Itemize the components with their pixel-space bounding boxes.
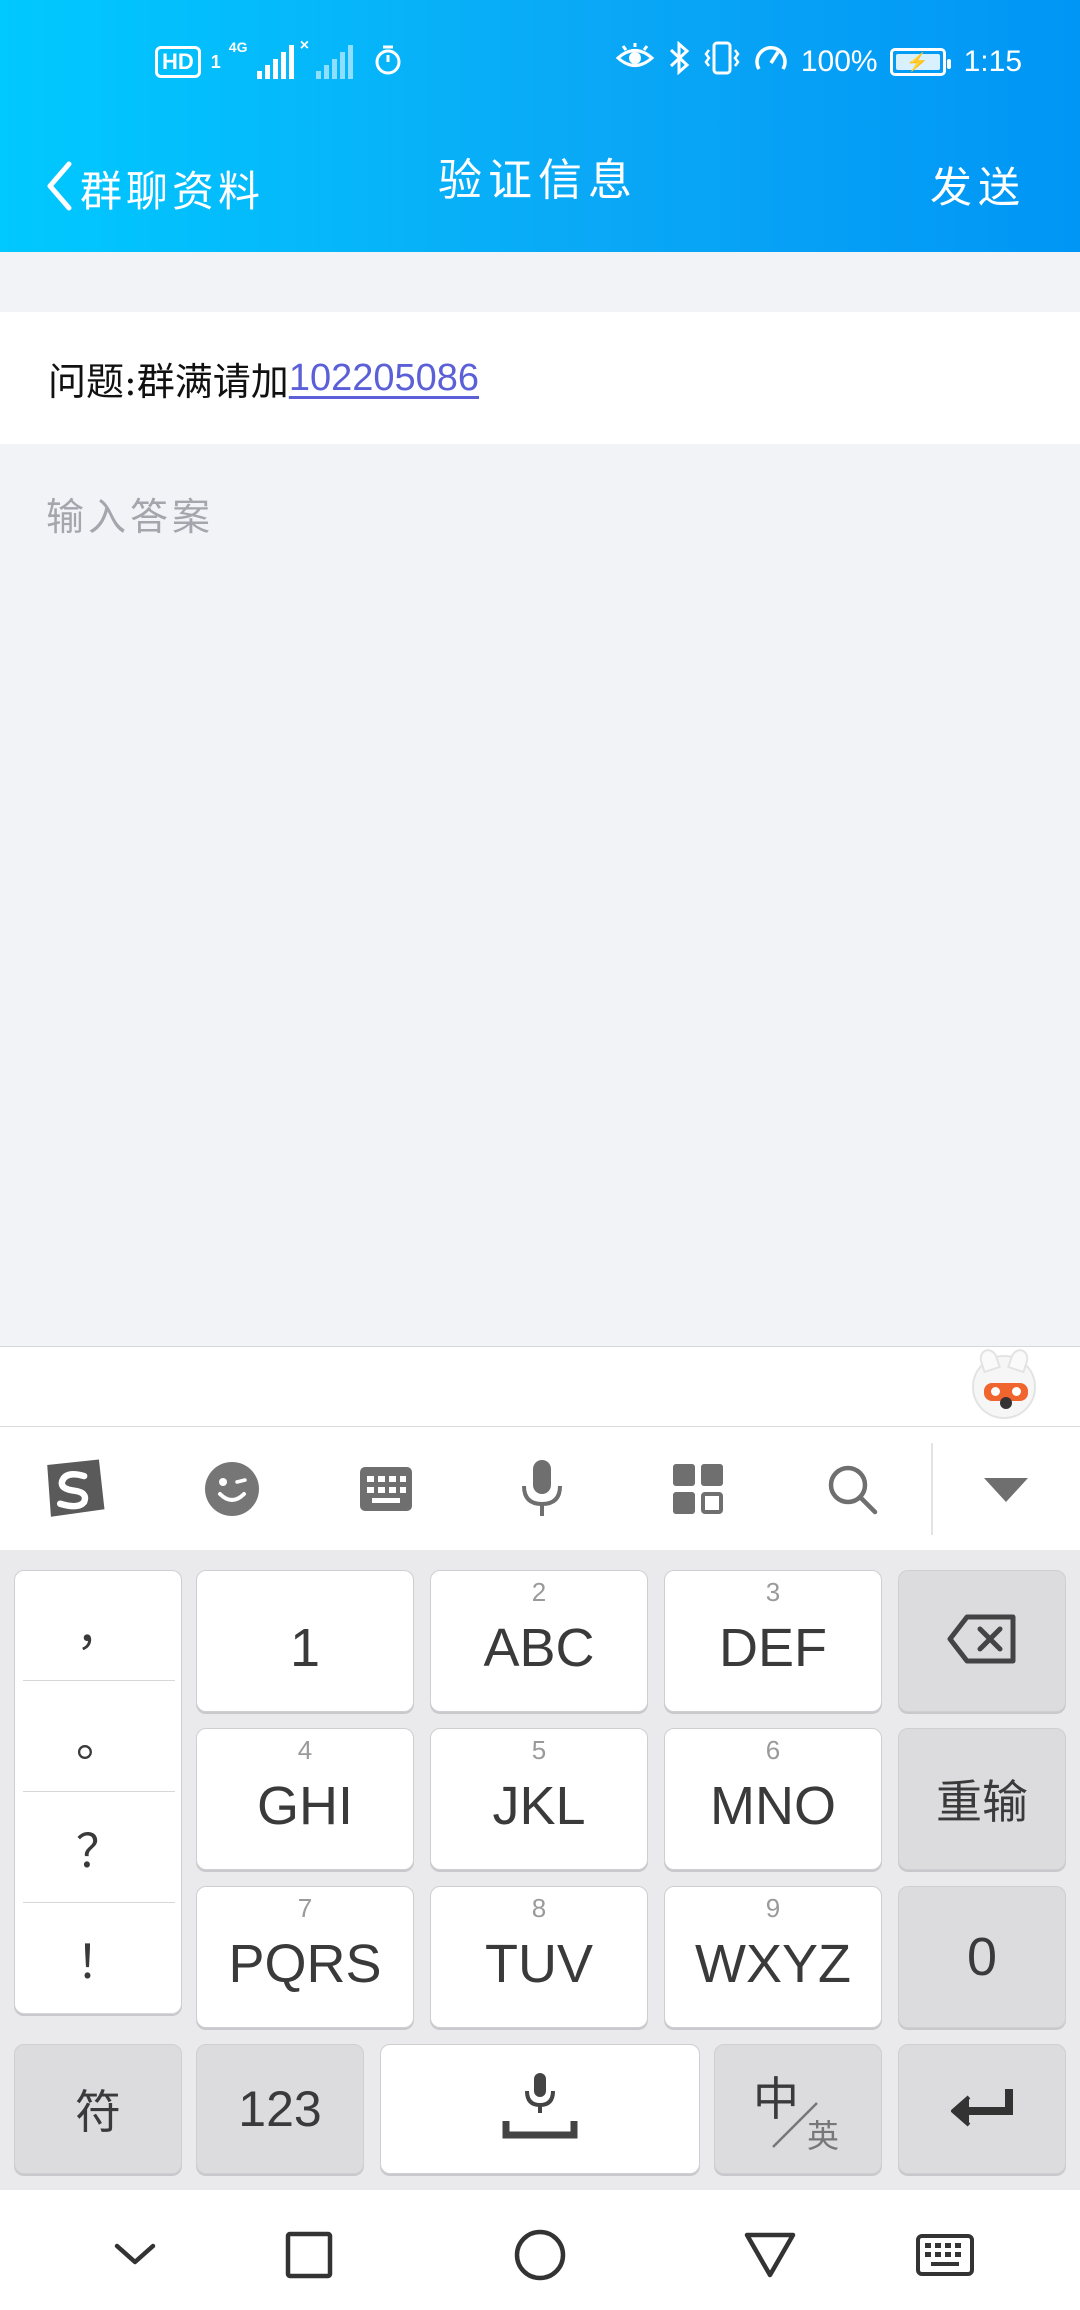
keyboard-toolbar	[0, 1426, 1080, 1550]
send-button[interactable]: 发送	[930, 146, 1026, 230]
enter-key[interactable]	[898, 2044, 1066, 2174]
input-assist-bar	[0, 1346, 1080, 1426]
microphone-icon[interactable]	[506, 1453, 578, 1525]
status-bar: HD 1 4G × 100% ⚡ 1:15	[0, 0, 1080, 124]
header: HD 1 4G × 100% ⚡ 1:15 群聊资料 验证信息 发送	[0, 0, 1080, 252]
toolbar-divider	[931, 1443, 933, 1535]
back-label: 群聊资料	[80, 166, 265, 216]
system-nav-bar	[0, 2190, 1080, 2310]
battery-percent: 100%	[800, 45, 878, 78]
sim-indicator: 1	[210, 51, 221, 72]
key-8-tuv[interactable]: 8 TUV	[430, 1886, 648, 2028]
vibrate-icon	[703, 41, 741, 83]
collapse-chevron-icon[interactable]	[100, 2220, 170, 2290]
sogou-logo-icon[interactable]	[38, 1453, 110, 1525]
back-button[interactable]: 群聊资料	[44, 146, 264, 230]
apps-grid-icon[interactable]	[662, 1453, 734, 1525]
battery-charging-icon: ⚡	[889, 48, 951, 76]
backspace-icon	[947, 1614, 1017, 1669]
backspace-key[interactable]	[898, 1570, 1066, 1712]
eye-comfort-icon	[615, 43, 655, 81]
key-7-pqrs[interactable]: 7 PQRS	[196, 1886, 414, 2028]
keyboard-layout-icon[interactable]	[350, 1453, 422, 1525]
nav-bar: 群聊资料 验证信息 发送	[0, 124, 1080, 252]
enter-icon	[947, 2085, 1017, 2134]
key-5-jkl[interactable]: 5 JKL	[430, 1728, 648, 1870]
status-right: 100% ⚡ 1:15	[615, 40, 1022, 83]
lang-switch-key[interactable]: 中 英	[714, 2044, 882, 2174]
chevron-left-icon	[44, 160, 74, 216]
no-signal-icon: ×	[300, 37, 353, 79]
cellular-signal-icon: 4G	[229, 39, 294, 79]
hide-keyboard-icon[interactable]	[970, 1453, 1042, 1525]
status-left: HD 1 4G ×	[155, 37, 403, 82]
question-text: 问题:群满请加	[48, 359, 289, 404]
search-icon[interactable]	[816, 1453, 888, 1525]
answer-input[interactable]	[46, 486, 1036, 1306]
space-mic-icon	[500, 2067, 580, 2152]
space-key[interactable]	[380, 2044, 700, 2174]
key-1[interactable]: 1	[196, 1570, 414, 1712]
key-6-mno[interactable]: 6 MNO	[664, 1728, 882, 1870]
home-icon[interactable]	[505, 2220, 575, 2290]
keyboard-switch-icon[interactable]	[910, 2220, 980, 2290]
network-type-label: 4G	[228, 39, 248, 55]
timer-icon	[373, 44, 403, 81]
reenter-key[interactable]: 重输	[898, 1728, 1066, 1870]
question-row: 问题:群满请加 102205086	[0, 312, 1080, 444]
key-3-def[interactable]: 3 DEF	[664, 1570, 882, 1712]
key-0[interactable]: 0	[898, 1886, 1066, 2028]
speed-gauge-icon	[753, 41, 789, 83]
punct-key[interactable]: ，	[23, 1571, 175, 1681]
punctuation-column: ， 。 ？ ！	[14, 1570, 182, 2014]
number-mode-key[interactable]: 123	[196, 2044, 364, 2174]
punct-key[interactable]: ！	[23, 1904, 175, 2014]
sogou-mascot-icon[interactable]	[972, 1346, 1036, 1419]
screen: HD 1 4G × 100% ⚡ 1:15 群聊资料 验证信息 发送 问题:群满…	[0, 0, 1080, 2310]
punct-key[interactable]: ？	[23, 1793, 175, 1903]
answer-area	[0, 444, 1080, 1348]
key-4-ghi[interactable]: 4 GHI	[196, 1728, 414, 1870]
hd-badge: HD	[155, 46, 201, 78]
bluetooth-icon	[667, 40, 691, 83]
key-2-abc[interactable]: 2 ABC	[430, 1570, 648, 1712]
key-9-wxyz[interactable]: 9 WXYZ	[664, 1886, 882, 2028]
clock-time: 1:15	[963, 45, 1022, 78]
symbol-key[interactable]: 符	[14, 2044, 182, 2174]
back-triangle-icon[interactable]	[735, 2220, 805, 2290]
group-number-link[interactable]: 102205086	[289, 357, 479, 400]
punct-key[interactable]: 。	[23, 1682, 175, 1792]
emoji-icon[interactable]	[196, 1453, 268, 1525]
keyboard: ， 。 ？ ！ 1 2 ABC 3 DEF 4 GHI 5 JKL 6 MNO 重输 7P…	[0, 1550, 1080, 2190]
recent-apps-icon[interactable]	[274, 2220, 344, 2290]
